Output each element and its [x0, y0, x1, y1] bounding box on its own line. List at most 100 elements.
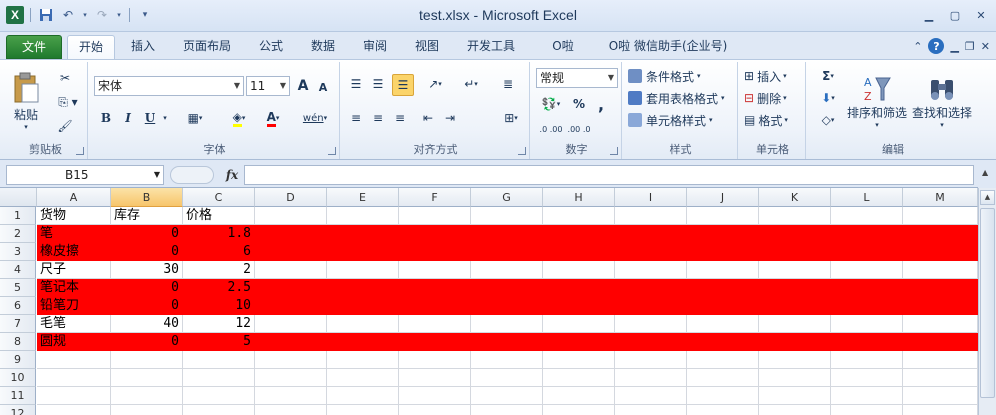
cell-c3[interactable]: 6 — [183, 243, 255, 261]
align-right-icon[interactable]: ≡ — [390, 108, 410, 128]
cell-b12[interactable] — [111, 405, 183, 415]
cell-i11[interactable] — [615, 387, 687, 405]
tab-ola-wechat[interactable]: O啦 微信助手(企业号) — [600, 35, 736, 59]
cell-e11[interactable] — [327, 387, 399, 405]
cell-k12[interactable] — [759, 405, 831, 415]
cell-h1[interactable] — [543, 207, 615, 225]
cell-c9[interactable] — [183, 351, 255, 369]
cell-b5[interactable]: 0 — [111, 279, 183, 297]
row-header[interactable]: 4 — [0, 261, 36, 279]
cell-styles-button[interactable]: 单元格样式 ▾ — [628, 110, 734, 130]
cell-h11[interactable] — [543, 387, 615, 405]
tab-ola[interactable]: O啦 — [540, 35, 586, 59]
delete-cells-button[interactable]: ⊟ 删除 ▾ — [744, 88, 804, 108]
cell-g4[interactable] — [471, 261, 543, 279]
cell-f12[interactable] — [399, 405, 471, 415]
comma-button[interactable]: , — [592, 94, 610, 114]
cell-g10[interactable] — [471, 369, 543, 387]
cell-l12[interactable] — [831, 405, 903, 415]
cell-l6[interactable] — [831, 297, 903, 315]
cell-a10[interactable] — [37, 369, 111, 387]
minimize-ribbon-icon[interactable]: ⌃ — [913, 40, 922, 53]
cell-j2[interactable] — [687, 225, 759, 243]
cell-f8[interactable] — [399, 333, 471, 351]
column-header-a[interactable]: A — [37, 188, 111, 207]
vertical-scrollbar[interactable]: ▲ — [978, 188, 996, 415]
cell-a5[interactable]: 笔记本 — [37, 279, 111, 297]
cell-k7[interactable] — [759, 315, 831, 333]
increase-decimal-button[interactable]: .0 .00 — [538, 118, 564, 140]
grow-font-button[interactable]: A — [294, 76, 312, 96]
cell-d4[interactable] — [255, 261, 327, 279]
insert-cells-button[interactable]: ⊞ 插入 ▾ — [744, 66, 804, 86]
cell-b1[interactable]: 库存 — [111, 207, 183, 225]
cell-k9[interactable] — [759, 351, 831, 369]
autosum-button[interactable]: Σ ▾ — [814, 66, 842, 86]
tab-page-layout[interactable]: 页面布局 — [174, 35, 240, 59]
close-workbook-icon[interactable]: ✕ — [981, 40, 990, 53]
cell-g7[interactable] — [471, 315, 543, 333]
cell-j12[interactable] — [687, 405, 759, 415]
worksheet-grid[interactable]: A B C D E F G H I J K L M 1 货物 库存 价格 2 笔 0 1.8 3 橡皮擦 0 6 4 尺子 30 2 5 笔… — [0, 188, 978, 415]
cell-j3[interactable] — [687, 243, 759, 261]
tab-insert[interactable]: 插入 — [120, 35, 166, 59]
cell-g8[interactable] — [471, 333, 543, 351]
help-icon[interactable]: ? — [928, 38, 945, 54]
cell-l5[interactable] — [831, 279, 903, 297]
formula-input[interactable] — [244, 165, 974, 185]
cell-f2[interactable] — [399, 225, 471, 243]
cell-a6[interactable]: 铅笔刀 — [37, 297, 111, 315]
cell-l4[interactable] — [831, 261, 903, 279]
cell-f7[interactable] — [399, 315, 471, 333]
cell-m6[interactable] — [903, 297, 978, 315]
copy-icon[interactable]: ⎘ ▾ — [54, 92, 82, 112]
cell-l8[interactable] — [831, 333, 903, 351]
expand-formula-bar[interactable]: ▲ — [978, 160, 996, 188]
cell-g6[interactable] — [471, 297, 543, 315]
row-header[interactable]: 6 — [0, 297, 36, 315]
cell-j4[interactable] — [687, 261, 759, 279]
decrease-decimal-button[interactable]: .00 .0 — [566, 118, 592, 140]
tab-data[interactable]: 数据 — [300, 35, 346, 59]
cell-l10[interactable] — [831, 369, 903, 387]
row-header[interactable]: 2 — [0, 225, 36, 243]
cell-c1[interactable]: 价格 — [183, 207, 255, 225]
cell-h10[interactable] — [543, 369, 615, 387]
cell-f10[interactable] — [399, 369, 471, 387]
cell-d9[interactable] — [255, 351, 327, 369]
cell-k1[interactable] — [759, 207, 831, 225]
cell-j8[interactable] — [687, 333, 759, 351]
minimize-icon[interactable]: ▁ — [918, 6, 940, 24]
cell-b9[interactable] — [111, 351, 183, 369]
cell-f1[interactable] — [399, 207, 471, 225]
row-header[interactable]: 7 — [0, 315, 36, 333]
column-header-j[interactable]: J — [687, 188, 759, 207]
format-as-table-button[interactable]: 套用表格格式 ▾ — [628, 88, 738, 108]
fill-button[interactable]: ⬇ ▾ — [814, 88, 842, 108]
restore-icon[interactable]: ▢ — [944, 6, 966, 24]
cell-g1[interactable] — [471, 207, 543, 225]
row-header[interactable]: 12 — [0, 405, 36, 415]
cell-h2[interactable] — [543, 225, 615, 243]
cell-a1[interactable]: 货物 — [37, 207, 111, 225]
phonetic-button[interactable]: wén ▾ — [300, 106, 330, 130]
fill-color-button[interactable]: ◈ ▾ — [224, 108, 254, 128]
cell-f4[interactable] — [399, 261, 471, 279]
cell-e3[interactable] — [327, 243, 399, 261]
cell-a11[interactable] — [37, 387, 111, 405]
cell-m8[interactable] — [903, 333, 978, 351]
cell-h7[interactable] — [543, 315, 615, 333]
italic-button[interactable]: I — [118, 108, 138, 128]
column-header-c[interactable]: C — [183, 188, 255, 207]
row-header[interactable]: 9 — [0, 351, 36, 369]
cell-b10[interactable] — [111, 369, 183, 387]
cut-icon[interactable]: ✂ — [54, 68, 76, 88]
cell-i10[interactable] — [615, 369, 687, 387]
bold-button[interactable]: B — [96, 108, 116, 128]
sort-filter-button[interactable]: AZ 排序和筛选 ▾ — [846, 66, 908, 136]
cell-a9[interactable] — [37, 351, 111, 369]
cell-a12[interactable] — [37, 405, 111, 415]
cell-c4[interactable]: 2 — [183, 261, 255, 279]
dialog-launcher-icon[interactable] — [328, 147, 336, 155]
cell-h4[interactable] — [543, 261, 615, 279]
